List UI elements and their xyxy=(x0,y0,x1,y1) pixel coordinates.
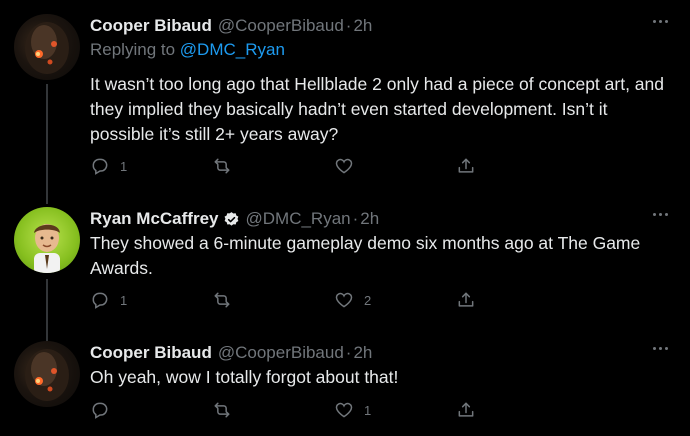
retweet-icon xyxy=(214,402,230,418)
retweet-icon xyxy=(214,158,230,174)
heart-icon xyxy=(335,402,353,418)
avatar[interactable] xyxy=(14,341,80,407)
avatar[interactable] xyxy=(14,207,80,273)
retweet-button[interactable] xyxy=(212,289,242,311)
like-button[interactable] xyxy=(334,155,364,177)
verified-badge-icon xyxy=(224,211,238,226)
heart-icon xyxy=(335,292,353,308)
tweet-actions: 1 xyxy=(90,155,490,177)
replying-to-label: Replying to xyxy=(90,40,176,59)
like-count: 1 xyxy=(364,402,372,418)
reply-button[interactable] xyxy=(90,399,120,421)
reply-icon xyxy=(92,158,108,175)
replying-to: Replying to @DMC_Ryan xyxy=(90,40,285,60)
tweet[interactable]: Ryan McCaffrey @DMC_Ryan · 2h They showe… xyxy=(0,207,690,319)
separator-dot: · xyxy=(345,16,352,35)
tweet-header: Cooper Bibaud @CooperBibaud · 2h xyxy=(90,14,372,38)
retweet-button[interactable] xyxy=(212,155,242,177)
display-name[interactable]: Cooper Bibaud xyxy=(90,343,212,363)
share-icon xyxy=(458,292,474,307)
more-icon[interactable] xyxy=(653,213,668,216)
heart-icon xyxy=(335,158,353,174)
like-button[interactable]: 1 xyxy=(334,399,371,421)
replying-to-handle[interactable]: @DMC_Ryan xyxy=(180,40,285,59)
share-button[interactable] xyxy=(456,155,476,177)
reply-icon xyxy=(92,292,108,309)
share-button[interactable] xyxy=(456,289,476,311)
reply-icon xyxy=(92,402,108,419)
separator-dot: · xyxy=(345,343,352,362)
avatar[interactable] xyxy=(14,14,80,80)
tweet-actions: 1 2 xyxy=(90,289,490,311)
share-icon xyxy=(458,402,474,417)
share-icon xyxy=(458,158,474,173)
more-icon[interactable] xyxy=(653,347,668,350)
tweet-header: Ryan McCaffrey @DMC_Ryan · 2h xyxy=(90,207,379,231)
separator-dot: · xyxy=(352,209,359,228)
tweet[interactable]: Cooper Bibaud @CooperBibaud · 2h Oh yeah… xyxy=(0,341,690,431)
user-handle[interactable]: @CooperBibaud xyxy=(218,16,344,36)
timestamp[interactable]: 2h xyxy=(353,343,372,363)
user-handle[interactable]: @CooperBibaud xyxy=(218,343,344,363)
tweet[interactable]: Cooper Bibaud @CooperBibaud · 2h Replyin… xyxy=(0,14,690,192)
tweet-header: Cooper Bibaud @CooperBibaud · 2h xyxy=(90,341,372,365)
display-name[interactable]: Ryan McCaffrey xyxy=(90,209,219,229)
reply-count: 1 xyxy=(120,158,128,174)
reply-button[interactable]: 1 xyxy=(90,289,127,311)
more-icon[interactable] xyxy=(653,20,668,23)
user-handle[interactable]: @DMC_Ryan xyxy=(246,209,351,229)
retweet-button[interactable] xyxy=(212,399,242,421)
tweet-text: They showed a 6-minute gameplay demo six… xyxy=(90,233,641,278)
timestamp[interactable]: 2h xyxy=(353,16,372,36)
display-name[interactable]: Cooper Bibaud xyxy=(90,16,212,36)
timestamp[interactable]: 2h xyxy=(360,209,379,229)
tweet-text: Oh yeah, wow I totally forgot about that… xyxy=(90,367,399,387)
retweet-icon xyxy=(214,292,230,308)
reply-count: 1 xyxy=(120,292,128,308)
like-count: 2 xyxy=(364,292,372,308)
tweet-text: It wasn’t too long ago that Hellblade 2 … xyxy=(90,74,664,144)
like-button[interactable]: 2 xyxy=(334,289,371,311)
tweet-actions: 1 xyxy=(90,399,490,421)
reply-button[interactable]: 1 xyxy=(90,155,127,177)
share-button[interactable] xyxy=(456,399,476,421)
